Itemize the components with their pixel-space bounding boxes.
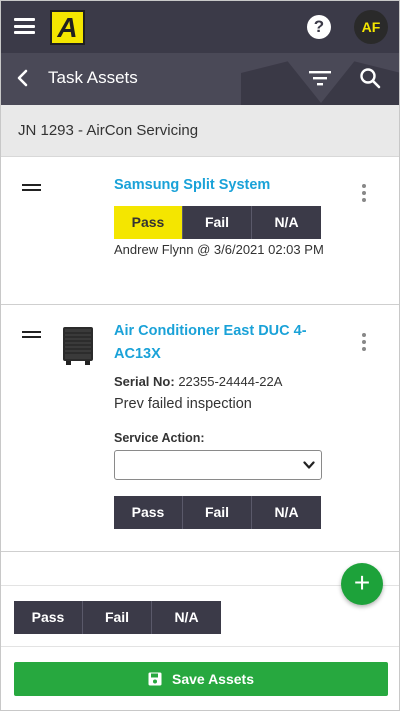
status-toggle-group: Pass Fail N/A	[114, 496, 321, 529]
serial-label: Serial No:	[114, 374, 175, 389]
inspection-note: Prev failed inspection	[114, 396, 252, 412]
pass-button[interactable]: Pass	[114, 206, 183, 239]
bulk-fail-button[interactable]: Fail	[83, 601, 152, 634]
inspection-info: Andrew Flynn @ 3/6/2021 02:03 PM	[114, 239, 324, 261]
filter-icon[interactable]	[309, 69, 331, 87]
drag-handle-icon[interactable]	[22, 184, 41, 192]
asset-name[interactable]: Air Conditioner East DUC 4- AC13X	[114, 320, 334, 366]
save-assets-button[interactable]: Save Assets	[14, 662, 388, 696]
bulk-na-button[interactable]: N/A	[152, 601, 221, 634]
app-frame: A ? AF Task Assets JN 1293 - AirCon Serv…	[0, 0, 400, 711]
asset-card: Samsung Split System Pass Fail N/A Andre…	[1, 158, 399, 305]
asset-name-line1: Air Conditioner East DUC 4-	[114, 323, 307, 339]
more-options-icon[interactable]	[360, 333, 368, 353]
asset-name-line2: AC13X	[114, 346, 161, 362]
more-options-icon[interactable]	[360, 184, 368, 204]
pass-button[interactable]: Pass	[114, 496, 183, 529]
app-logo[interactable]: A	[50, 10, 85, 45]
status-toggle-group: Pass Fail N/A	[114, 206, 321, 239]
drag-handle-icon[interactable]	[22, 331, 41, 339]
page-header: Task Assets	[1, 53, 399, 105]
na-button[interactable]: N/A	[252, 496, 321, 529]
na-button[interactable]: N/A	[252, 206, 321, 239]
bulk-pass-button[interactable]: Pass	[14, 601, 83, 634]
user-avatar[interactable]: AF	[354, 10, 388, 44]
add-asset-button[interactable]: +	[341, 563, 383, 605]
divider	[1, 646, 399, 647]
search-icon[interactable]	[359, 67, 381, 89]
job-header: JN 1293 - AirCon Servicing	[1, 105, 399, 157]
page-title: Task Assets	[48, 68, 138, 87]
menu-icon[interactable]	[14, 18, 35, 34]
logo-letter: A	[57, 11, 78, 43]
top-app-bar: A ? AF	[1, 1, 399, 53]
chevron-down-icon	[303, 461, 315, 469]
serial-number: Serial No: 22355-24444-22A	[114, 371, 282, 393]
service-action-select[interactable]	[114, 450, 322, 480]
help-icon[interactable]: ?	[307, 15, 331, 39]
asset-name[interactable]: Samsung Split System	[114, 174, 270, 197]
air-conditioner-thumbnail	[63, 327, 93, 365]
service-action-label: Service Action:	[114, 431, 205, 445]
inspection-by: Andrew Flynn @ 3/6/2021 02:03	[114, 242, 301, 257]
bulk-status-toggle-group: Pass Fail N/A	[14, 601, 221, 634]
save-assets-label: Save Assets	[172, 671, 254, 687]
job-title: JN 1293 - AirCon Servicing	[18, 122, 199, 139]
fail-button[interactable]: Fail	[183, 496, 252, 529]
inspection-time-suffix: PM	[304, 242, 324, 257]
fail-button[interactable]: Fail	[183, 206, 252, 239]
back-arrow-icon[interactable]	[13, 68, 33, 88]
serial-value: 22355-24444-22A	[178, 374, 283, 389]
save-icon	[148, 672, 162, 686]
